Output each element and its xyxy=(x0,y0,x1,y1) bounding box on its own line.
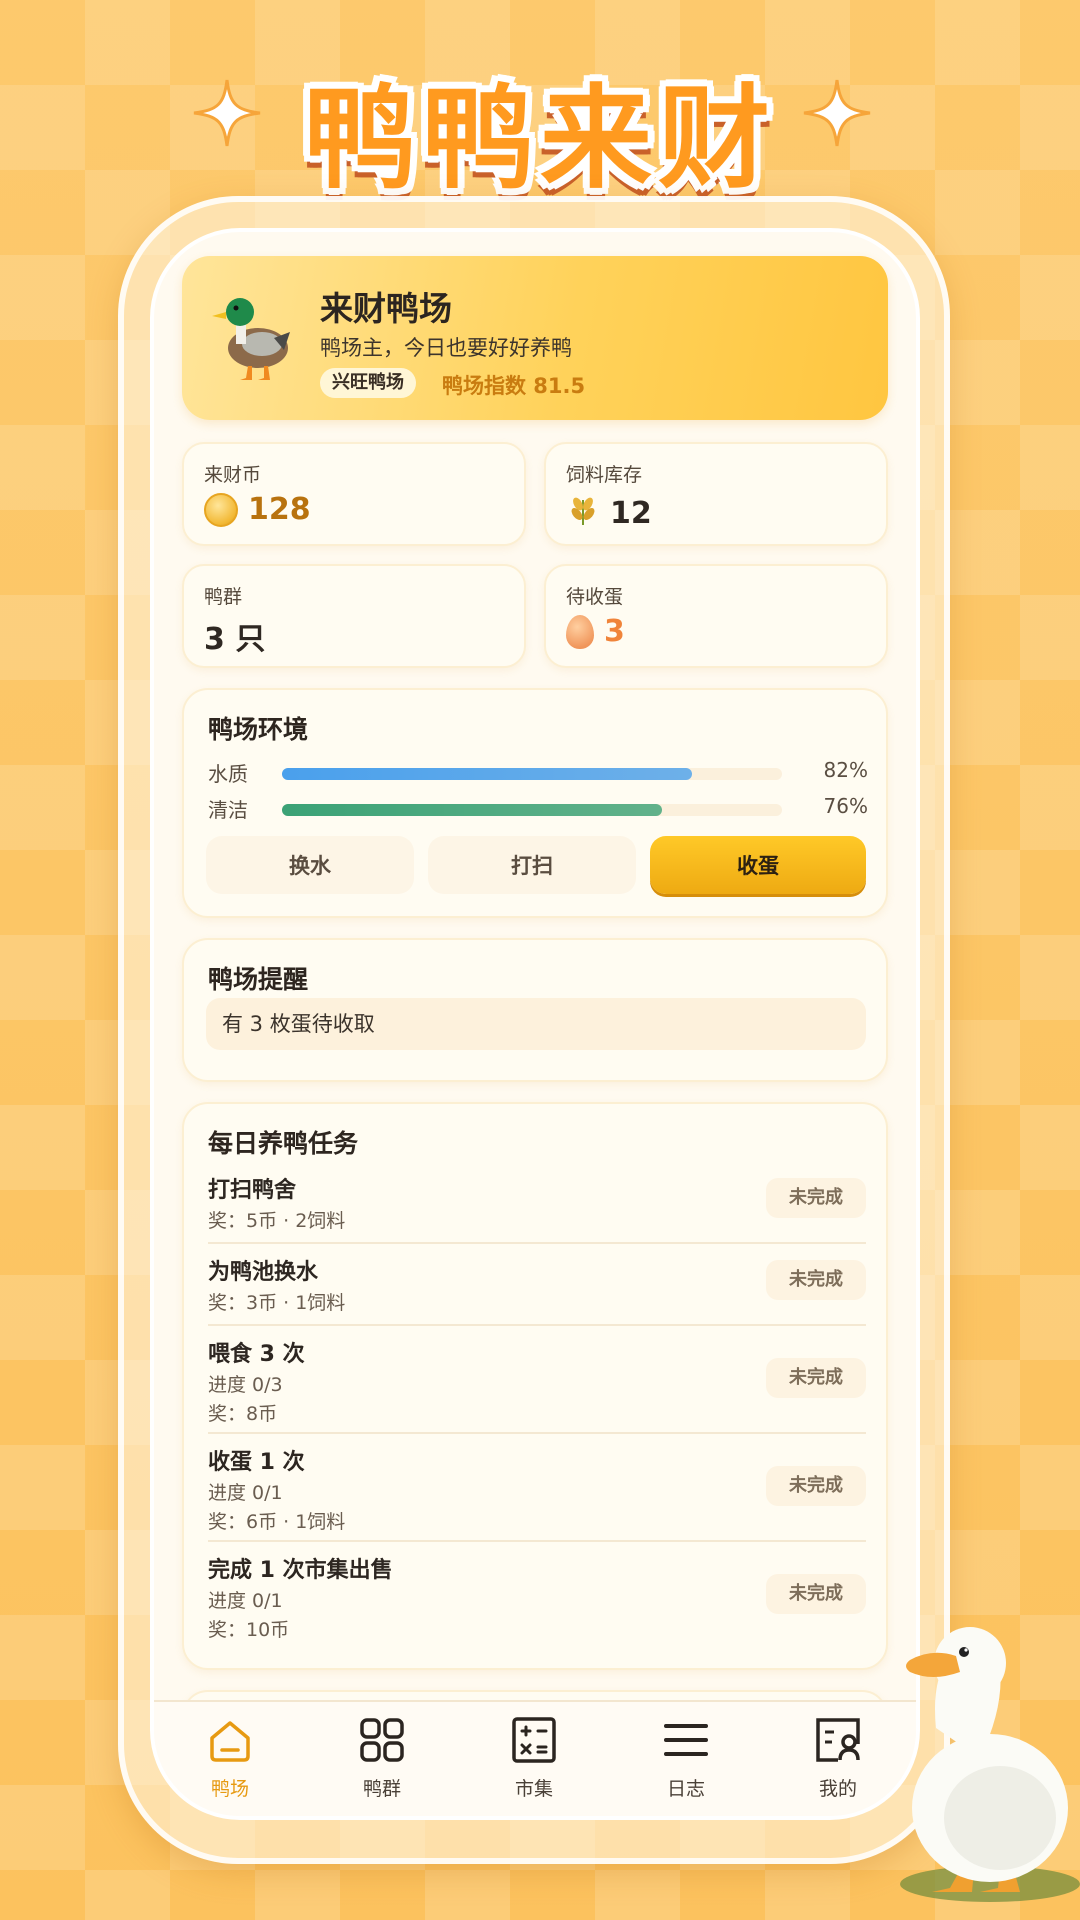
cleanliness-track xyxy=(282,804,782,816)
bottom-nav: 鸭场 鸭群 市集 日志 我的 xyxy=(154,1700,916,1816)
clean-button[interactable]: 打扫 xyxy=(428,836,636,894)
farm-level-badge: 兴旺鸭场 xyxy=(320,368,416,398)
ducks-value-row: 3 只 xyxy=(204,614,265,658)
metric-percent: 82% xyxy=(823,758,868,782)
nav-item-market[interactable]: 市集 xyxy=(474,1714,594,1814)
task-reward: 奖：10币 xyxy=(208,1619,290,1641)
task-status-button[interactable]: 未完成 xyxy=(766,1358,866,1398)
environment-title: 鸭场环境 xyxy=(208,715,309,744)
coins-stat-card: 来财币 128 xyxy=(182,442,526,546)
task-status-button[interactable]: 未完成 xyxy=(766,1574,866,1614)
task-item: 完成 1 次市集出售 进度 0/1 奖：10币 未完成 xyxy=(208,1552,866,1642)
environment-card: 鸭场环境 水质 82% 清洁 76% 换水 打扫 收蛋 xyxy=(182,688,888,918)
mallard-duck-icon xyxy=(212,292,292,382)
water-quality-bar xyxy=(282,768,692,780)
task-status-button[interactable]: 未完成 xyxy=(766,1178,866,1218)
coin-icon xyxy=(204,492,238,527)
grid-icon xyxy=(360,1718,404,1762)
home-icon xyxy=(210,1721,250,1762)
farm-subtitle: 鸭场主，今日也要好好养鸭 xyxy=(320,336,572,360)
calculator-icon xyxy=(512,1717,556,1763)
feed-label: 饲料库存 xyxy=(566,464,643,486)
tasks-title: 每日养鸭任务 xyxy=(208,1129,359,1158)
metric-name: 水质 xyxy=(208,762,248,786)
eggs-label: 待收蛋 xyxy=(566,586,624,608)
daily-tasks-card: 每日养鸭任务 打扫鸭舍 奖：5币 · 2饲料 未完成 为鸭池换水 奖：3币 · … xyxy=(182,1102,888,1670)
task-status-button[interactable]: 未完成 xyxy=(766,1466,866,1506)
farm-header-card: 来财鸭场 鸭场主，今日也要好好养鸭 兴旺鸭场 鸭场指数 81.5 xyxy=(182,256,888,420)
coins-value-row: 128 xyxy=(204,492,311,527)
menu-icon xyxy=(664,1724,708,1756)
eggs-value: 3 xyxy=(604,614,625,649)
metric-name: 清洁 xyxy=(208,798,248,822)
coins-label: 来财币 xyxy=(204,464,262,486)
nav-item-farm[interactable]: 鸭场 xyxy=(170,1714,290,1814)
app-title: 鸭鸭来财 xyxy=(304,74,776,204)
ducks-stat-card: 鸭群 3 只 xyxy=(182,564,526,668)
task-item: 为鸭池换水 奖：3币 · 1饲料 未完成 xyxy=(208,1254,866,1315)
cleanliness-bar xyxy=(282,804,662,816)
task-item: 打扫鸭舍 奖：5币 · 2饲料 未完成 xyxy=(208,1172,866,1233)
sparkle-icon xyxy=(802,78,872,148)
duck-mascot-icon xyxy=(880,1608,1080,1908)
divider xyxy=(208,1540,866,1542)
reminder-card: 鸭场提醒 有 3 枚蛋待收取 xyxy=(182,938,888,1082)
metric-percent: 76% xyxy=(823,794,868,818)
divider xyxy=(208,1432,866,1434)
ducks-value: 3 只 xyxy=(204,622,266,657)
nav-item-log[interactable]: 日志 xyxy=(626,1714,746,1814)
ducks-label: 鸭群 xyxy=(204,586,243,608)
water-quality-track xyxy=(282,768,782,780)
reminder-title: 鸭场提醒 xyxy=(208,965,309,994)
divider xyxy=(208,1324,866,1326)
profile-icon xyxy=(816,1718,860,1762)
feed-value-row: 12 xyxy=(566,492,652,534)
farm-index: 鸭场指数 81.5 xyxy=(442,374,586,398)
task-reward: 奖：8币 xyxy=(208,1403,278,1425)
farm-name: 来财鸭场 xyxy=(320,289,452,328)
egg-icon xyxy=(566,614,594,649)
divider xyxy=(208,1242,866,1244)
reminder-message: 有 3 枚蛋待收取 xyxy=(206,998,866,1050)
water-quality-row: 水质 82% xyxy=(208,758,868,786)
task-item: 收蛋 1 次 进度 0/1 奖：6币 · 1饲料 未完成 xyxy=(208,1444,866,1534)
collect-eggs-button[interactable]: 收蛋 xyxy=(650,836,866,894)
nav-label: 鸭场 xyxy=(210,1778,249,1800)
feed-stat-card: 饲料库存 12 xyxy=(544,442,888,546)
task-item: 喂食 3 次 进度 0/3 奖：8币 未完成 xyxy=(208,1336,866,1426)
main-content: 来财鸭场 鸭场主，今日也要好好养鸭 兴旺鸭场 鸭场指数 81.5 来财币 128… xyxy=(182,256,888,1750)
nav-label: 鸭群 xyxy=(362,1778,401,1800)
change-water-button[interactable]: 换水 xyxy=(206,836,414,894)
task-reward: 奖：6币 · 1饲料 xyxy=(208,1511,346,1533)
eggs-stat-card: 待收蛋 3 xyxy=(544,564,888,668)
feed-value: 12 xyxy=(610,495,652,531)
task-status-button[interactable]: 未完成 xyxy=(766,1260,866,1300)
nav-label: 市集 xyxy=(514,1778,553,1800)
wheat-icon xyxy=(566,492,600,534)
nav-item-flock[interactable]: 鸭群 xyxy=(322,1714,442,1814)
nav-label: 日志 xyxy=(666,1778,705,1800)
eggs-value-row: 3 xyxy=(566,614,625,649)
cleanliness-row: 清洁 76% xyxy=(208,794,868,822)
coins-value: 128 xyxy=(248,492,311,527)
app-screen: 来财鸭场 鸭场主，今日也要好好养鸭 兴旺鸭场 鸭场指数 81.5 来财币 128… xyxy=(150,228,920,1820)
